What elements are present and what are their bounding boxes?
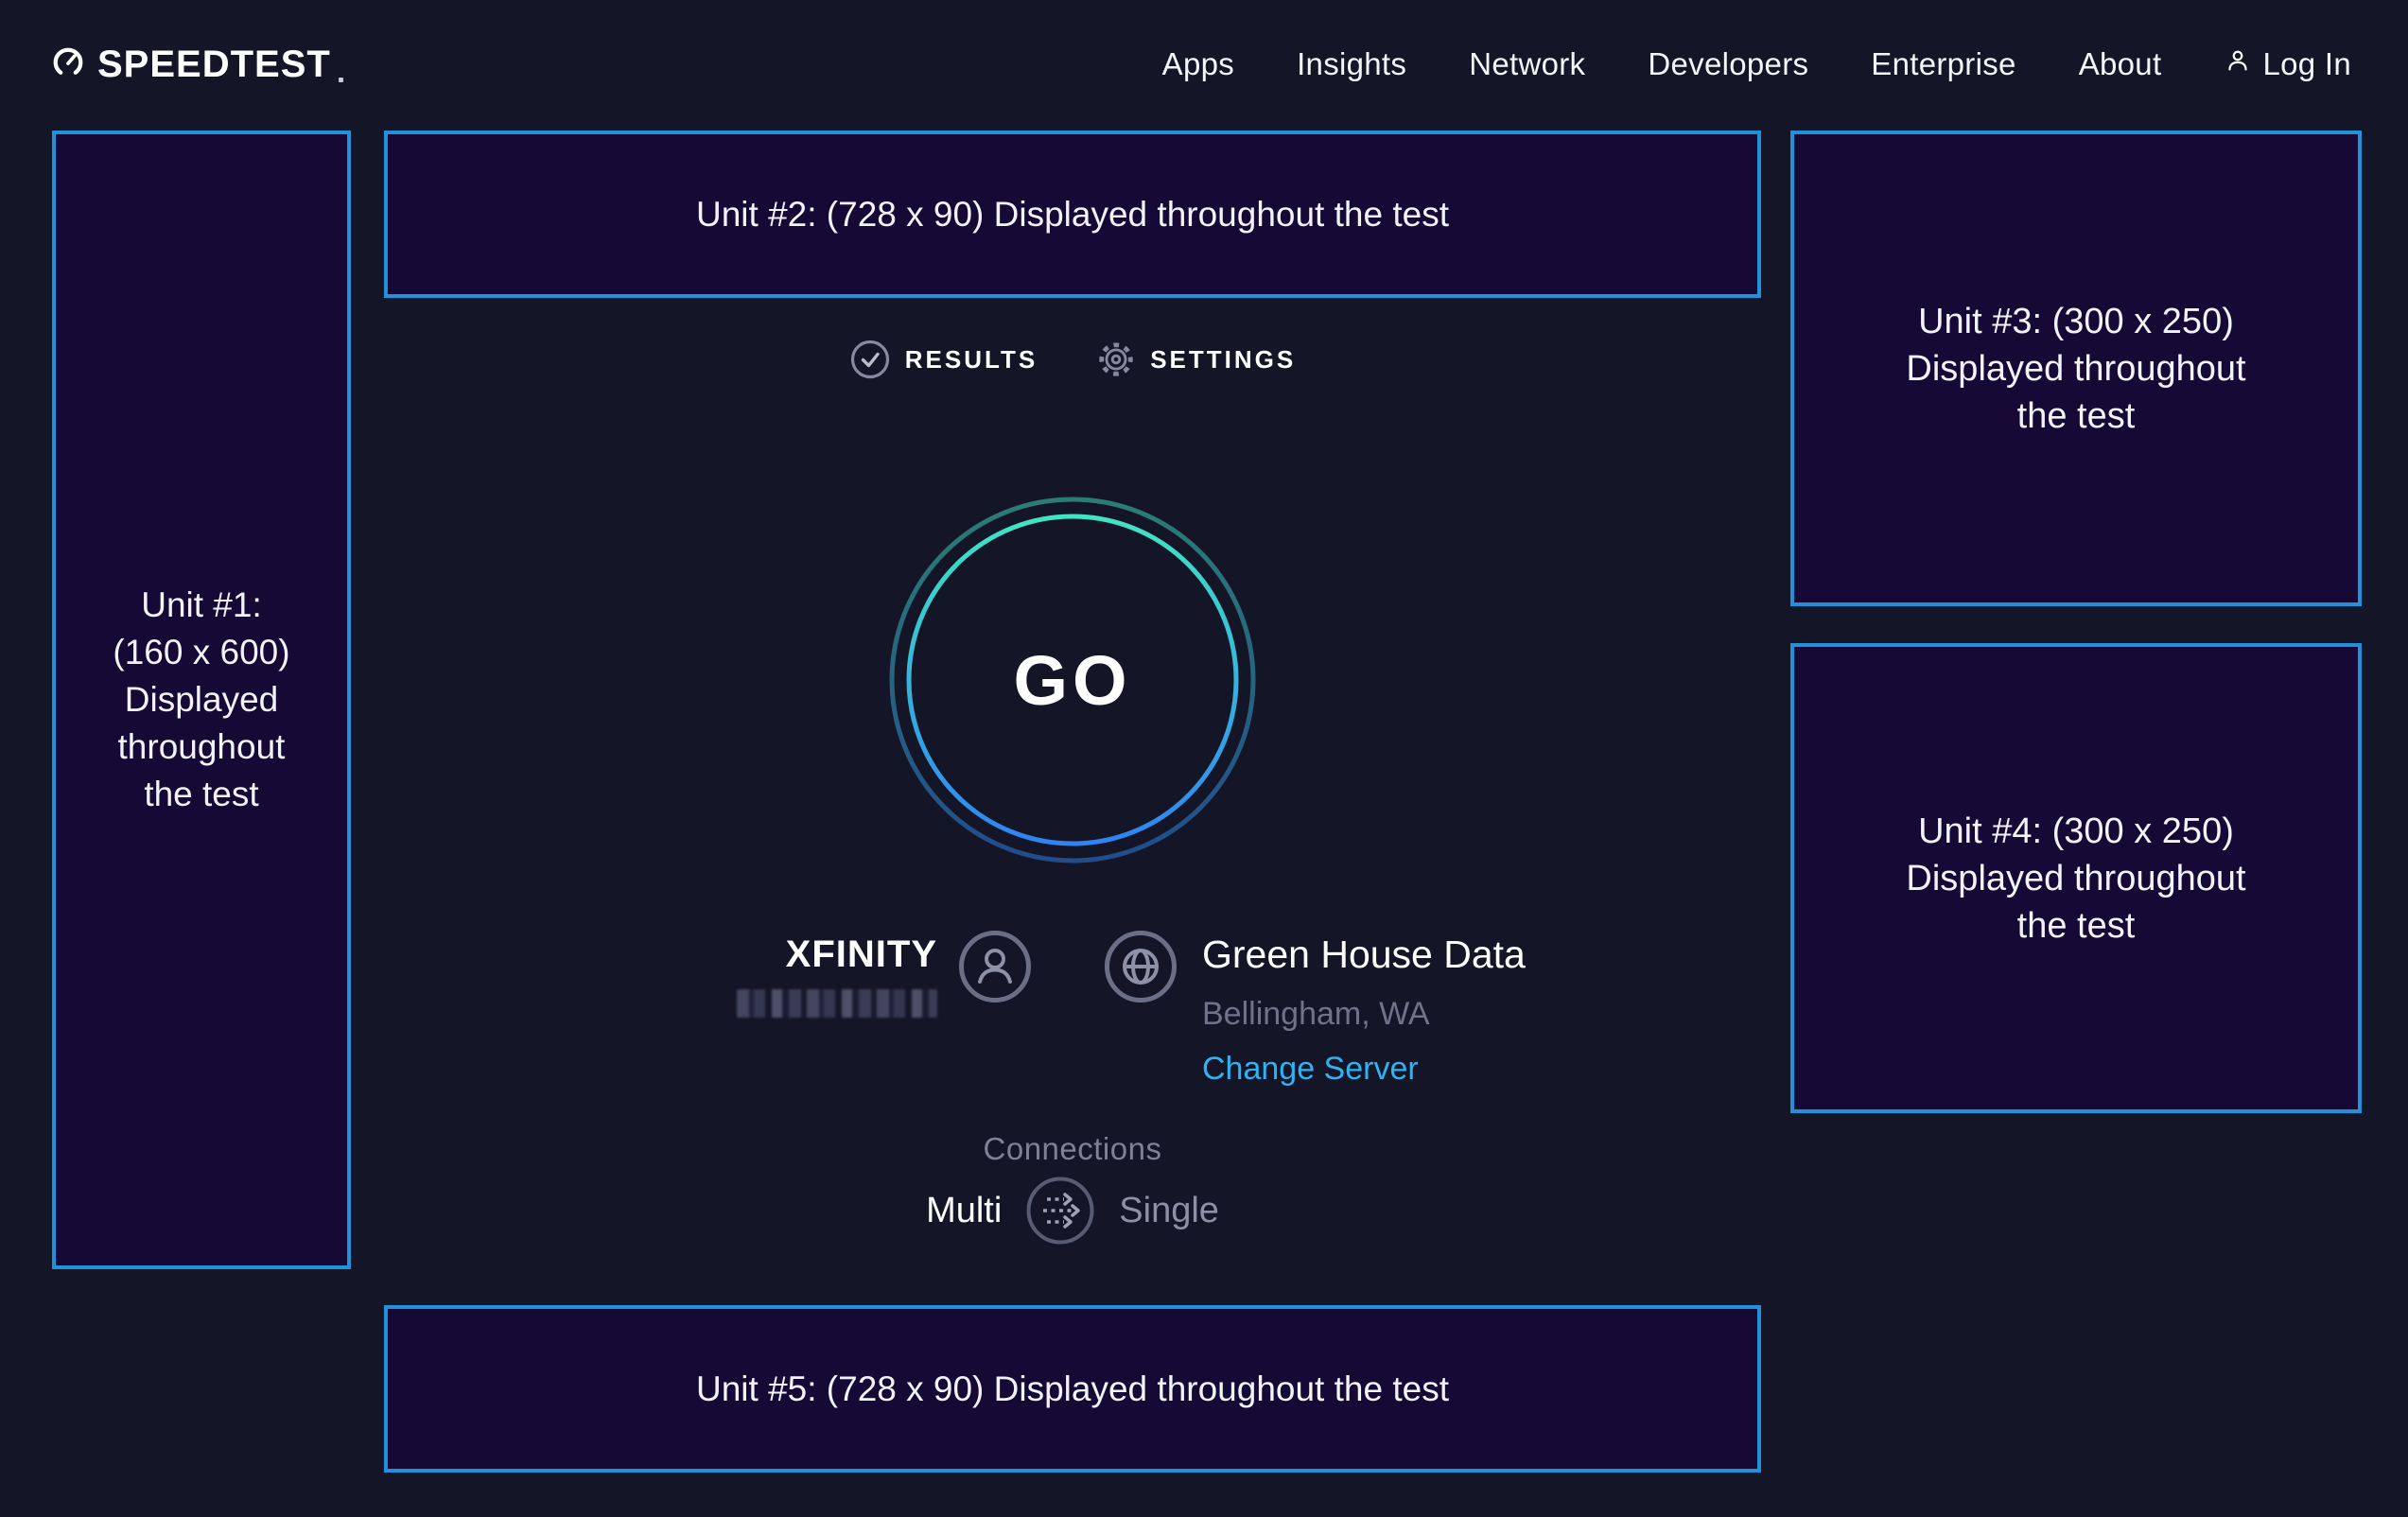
censored-ip-address: [737, 989, 937, 1018]
ad-unit-2-text: Unit #2: (728 x 90) Displayed throughout…: [696, 191, 1449, 238]
ad-unit-3[interactable]: Unit #3: (300 x 250) Displayed throughou…: [1790, 131, 2362, 606]
nav-item-network[interactable]: Network: [1469, 46, 1585, 82]
ad-unit-2[interactable]: Unit #2: (728 x 90) Displayed throughout…: [384, 131, 1761, 298]
server-block: Green House Data Bellingham, WA Change S…: [1104, 922, 1526, 1088]
change-server-link[interactable]: Change Server: [1202, 1051, 1526, 1088]
nav-item-developers[interactable]: Developers: [1648, 46, 1808, 82]
tab-results-label: RESULTS: [905, 345, 1038, 375]
trademark-mark: [339, 78, 343, 82]
nav-item-about[interactable]: About: [2079, 46, 2162, 82]
go-button-label: GO: [1013, 640, 1131, 721]
gauge-logo-icon: [52, 46, 84, 83]
connections-toggle-row: Multi Single: [384, 1175, 1761, 1247]
ad-unit-5-text: Unit #5: (728 x 90) Displayed throughout…: [696, 1366, 1449, 1413]
tab-settings-label: SETTINGS: [1150, 345, 1296, 375]
globe-icon: [1104, 930, 1178, 1008]
ad-unit-3-text: Unit #3: (300 x 250) Displayed throughou…: [1906, 298, 2245, 440]
server-location: Bellingham, WA: [1202, 996, 1526, 1033]
server-name: Green House Data: [1202, 933, 1526, 977]
go-button[interactable]: GO: [887, 495, 1258, 865]
tab-bar: RESULTS SETTINGS: [384, 339, 1761, 380]
connections-label: Connections: [384, 1131, 1761, 1167]
brand-name: SPEEDTEST: [97, 44, 331, 86]
ad-unit-1[interactable]: Unit #1: (160 x 600) Displayed throughou…: [52, 131, 351, 1269]
ad-unit-4[interactable]: Unit #4: (300 x 250) Displayed throughou…: [1790, 643, 2362, 1113]
login-label: Log In: [2262, 46, 2351, 82]
connections-option-single[interactable]: Single: [1119, 1191, 1219, 1231]
nav-item-insights[interactable]: Insights: [1297, 46, 1406, 82]
connections-option-multi[interactable]: Multi: [926, 1191, 1002, 1231]
isp-name: XFINITY: [786, 933, 937, 976]
speedtest-page: SPEEDTEST Apps Insights Network Develope…: [0, 0, 2408, 1517]
check-circle-icon: [849, 339, 891, 380]
ad-unit-4-text: Unit #4: (300 x 250) Displayed throughou…: [1906, 808, 2245, 950]
gear-icon: [1096, 340, 1136, 379]
isp-block: XFINITY: [737, 922, 1032, 1018]
nav-item-apps[interactable]: Apps: [1162, 46, 1234, 82]
main-nav: Apps Insights Network Developers Enterpr…: [1162, 46, 2351, 82]
login-button[interactable]: Log In: [2224, 46, 2351, 82]
speedtest-logo[interactable]: SPEEDTEST: [52, 44, 343, 86]
ad-unit-1-text: Unit #1: (160 x 600) Displayed throughou…: [113, 582, 289, 818]
ad-unit-5[interactable]: Unit #5: (728 x 90) Displayed throughout…: [384, 1305, 1761, 1473]
top-nav: SPEEDTEST Apps Insights Network Develope…: [52, 0, 2351, 129]
connection-info-row: XFINITY Green Hous: [384, 922, 1761, 1121]
connections-toggle-icon[interactable]: [1024, 1175, 1096, 1247]
nav-item-enterprise[interactable]: Enterprise: [1871, 46, 2015, 82]
isp-user-icon: [958, 930, 1032, 1008]
tab-results[interactable]: RESULTS: [849, 339, 1038, 380]
user-icon: [2224, 46, 2252, 82]
tab-settings[interactable]: SETTINGS: [1096, 339, 1296, 380]
